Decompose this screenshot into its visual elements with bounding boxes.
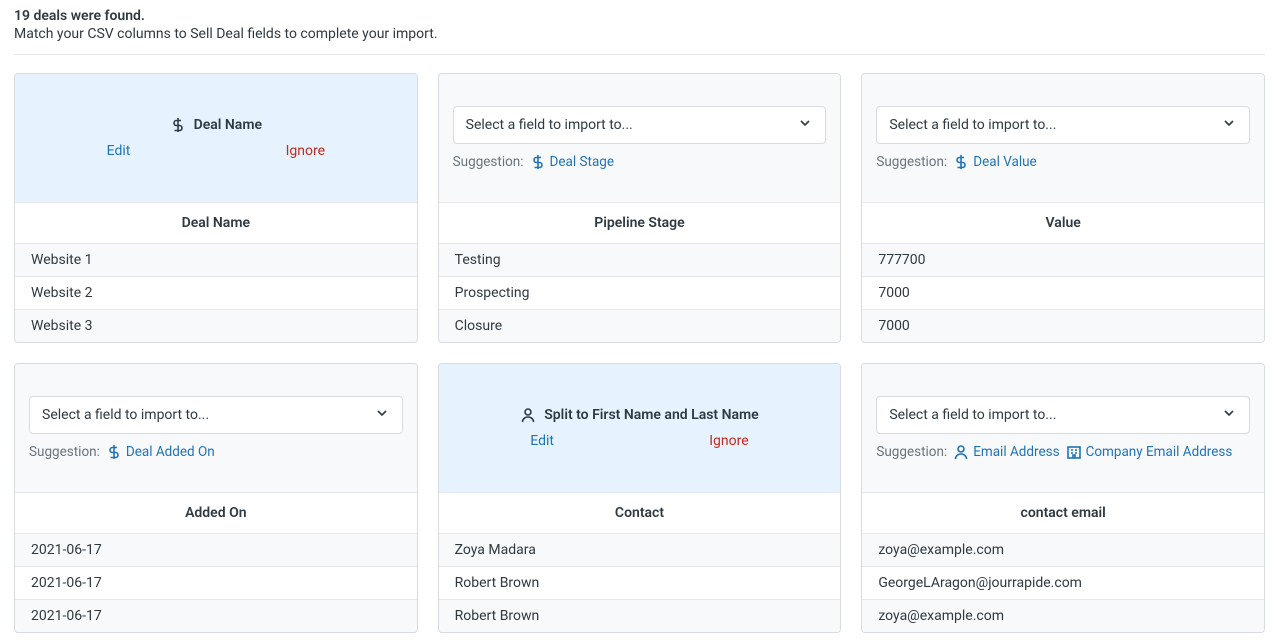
card-header: Select a field to import to... Suggestio…	[15, 364, 417, 492]
select-placeholder: Select a field to import to...	[889, 117, 1056, 133]
suggestion-row: Suggestion: Email Address Company Email …	[876, 444, 1250, 460]
sample-row: zoya@example.com	[862, 599, 1264, 632]
suggestion-link[interactable]: Deal Stage	[530, 154, 615, 170]
header-title: 19 deals were found.	[14, 8, 1265, 24]
dollar-icon	[170, 117, 186, 133]
import-header: 19 deals were found. Match your CSV colu…	[14, 8, 1265, 42]
sample-row: 2021-06-17	[15, 533, 417, 566]
column-header: Contact	[439, 492, 841, 533]
sample-row: Testing	[439, 243, 841, 276]
sample-row: GeorgeLAragon@jourrapide.com	[862, 566, 1264, 599]
sample-row: Website 2	[15, 276, 417, 309]
sample-rows: 2021-06-172021-06-172021-06-17	[15, 533, 417, 632]
person-icon	[953, 444, 969, 460]
suggestion-label: Deal Value	[973, 154, 1037, 170]
chevron-down-icon	[797, 115, 813, 135]
mapping-card: Select a field to import to... Suggestio…	[438, 73, 842, 343]
card-header: Select a field to import to... Suggestio…	[862, 74, 1264, 202]
card-header: Split to First Name and Last Name Edit I…	[439, 364, 841, 492]
sample-row: Closure	[439, 309, 841, 342]
chevron-down-icon	[1221, 115, 1237, 135]
chev-icon	[1221, 115, 1237, 131]
sample-row: Prospecting	[439, 276, 841, 309]
select-placeholder: Select a field to import to...	[42, 407, 209, 423]
suggestion-prefix: Suggestion:	[453, 154, 524, 170]
sample-rows: Zoya MadaraRobert BrownRobert Brown	[439, 533, 841, 632]
mapped-field-label: Split to First Name and Last Name	[544, 407, 758, 423]
suggestion-label: Deal Stage	[550, 154, 615, 170]
suggestion-link[interactable]: Deal Added On	[106, 444, 215, 460]
mapping-grid: Deal Name Edit Ignore Deal NameWebsite 1…	[14, 73, 1265, 633]
sample-row: 777700	[862, 243, 1264, 276]
field-select[interactable]: Select a field to import to...	[876, 396, 1250, 434]
field-select[interactable]: Select a field to import to...	[29, 396, 403, 434]
field-select[interactable]: Select a field to import to...	[876, 106, 1250, 144]
column-header: Pipeline Stage	[439, 202, 841, 243]
mapping-card: Select a field to import to... Suggestio…	[14, 363, 418, 633]
suggestion-label: Deal Added On	[126, 444, 215, 460]
chevron-down-icon	[1221, 405, 1237, 425]
company-icon	[1066, 444, 1082, 460]
sample-rows: Website 1Website 2Website 3	[15, 243, 417, 342]
chev-icon	[1221, 405, 1237, 421]
suggestion-row: Suggestion: Deal Stage	[453, 154, 827, 170]
suggestion-link[interactable]: Company Email Address	[1066, 444, 1233, 460]
mapping-card: Select a field to import to... Suggestio…	[861, 73, 1265, 343]
chev-icon	[374, 405, 390, 421]
suggestion-row: Suggestion: Deal Added On	[29, 444, 403, 460]
mapped-field: Deal Name	[29, 117, 403, 133]
dollar-icon	[530, 154, 546, 170]
sample-row: 7000	[862, 276, 1264, 309]
header-subtitle: Match your CSV columns to Sell Deal fiel…	[14, 26, 1265, 42]
suggestion-prefix: Suggestion:	[876, 154, 947, 170]
mapping-card: Deal Name Edit Ignore Deal NameWebsite 1…	[14, 73, 418, 343]
sample-row: Robert Brown	[439, 566, 841, 599]
divider	[14, 54, 1265, 55]
card-header: Select a field to import to... Suggestio…	[862, 364, 1264, 492]
sample-rows: zoya@example.comGeorgeLAragon@jourrapide…	[862, 533, 1264, 632]
edit-link[interactable]: Edit	[107, 143, 131, 159]
sample-rows: 77770070007000	[862, 243, 1264, 342]
sample-rows: TestingProspectingClosure	[439, 243, 841, 342]
column-header: Added On	[15, 492, 417, 533]
suggestion-label: Company Email Address	[1086, 444, 1233, 460]
sample-row: 2021-06-17	[15, 566, 417, 599]
column-header: Deal Name	[15, 202, 417, 243]
column-header: Value	[862, 202, 1264, 243]
chevron-down-icon	[374, 405, 390, 425]
sample-row: Website 3	[15, 309, 417, 342]
suggestion-prefix: Suggestion:	[29, 444, 100, 460]
card-header: Select a field to import to... Suggestio…	[439, 74, 841, 202]
edit-link[interactable]: Edit	[530, 433, 554, 449]
sample-row: 2021-06-17	[15, 599, 417, 632]
chev-icon	[797, 115, 813, 131]
suggestion-link[interactable]: Email Address	[953, 444, 1059, 460]
select-placeholder: Select a field to import to...	[889, 407, 1056, 423]
person-icon	[520, 407, 536, 423]
mapped-field-label: Deal Name	[194, 117, 262, 133]
card-header: Deal Name Edit Ignore	[15, 74, 417, 202]
sample-row: Zoya Madara	[439, 533, 841, 566]
suggestion-link[interactable]: Deal Value	[953, 154, 1037, 170]
dollar-icon	[106, 444, 122, 460]
mapped-field: Split to First Name and Last Name	[453, 407, 827, 423]
field-select[interactable]: Select a field to import to...	[453, 106, 827, 144]
dollar-icon	[953, 154, 969, 170]
ignore-link[interactable]: Ignore	[709, 433, 748, 449]
sample-row: zoya@example.com	[862, 533, 1264, 566]
suggestion-prefix: Suggestion:	[876, 444, 947, 460]
suggestion-row: Suggestion: Deal Value	[876, 154, 1250, 170]
ignore-link[interactable]: Ignore	[286, 143, 325, 159]
column-header: contact email	[862, 492, 1264, 533]
sample-row: 7000	[862, 309, 1264, 342]
mapping-card: Select a field to import to... Suggestio…	[861, 363, 1265, 633]
suggestion-label: Email Address	[973, 444, 1059, 460]
sample-row: Website 1	[15, 243, 417, 276]
select-placeholder: Select a field to import to...	[466, 117, 633, 133]
sample-row: Robert Brown	[439, 599, 841, 632]
mapping-card: Split to First Name and Last Name Edit I…	[438, 363, 842, 633]
